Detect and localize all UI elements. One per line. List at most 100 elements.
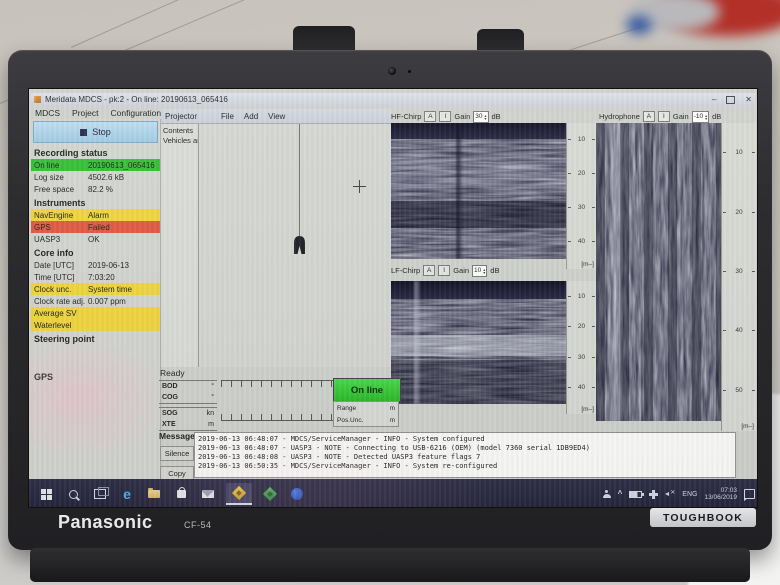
lf-event-streak <box>414 281 419 404</box>
action-center-icon[interactable] <box>744 489 755 499</box>
tray-expand-chevron[interactable]: ^ <box>618 490 623 498</box>
app-icon <box>34 96 41 103</box>
depth-tick: 40 <box>567 384 596 391</box>
tray-time: 07:03 <box>721 487 737 494</box>
status-panel: Stop Recording status On line 20190613_0… <box>31 119 161 479</box>
close-button[interactable]: ✕ <box>745 95 752 104</box>
lf-invert-button[interactable]: I <box>438 265 450 276</box>
md-diamond-icon <box>263 487 277 501</box>
md-app-button-blue[interactable] <box>288 483 306 505</box>
projector-menu-view[interactable]: View <box>268 112 285 121</box>
row-label: On line <box>31 161 88 170</box>
hf-invert-button[interactable]: I <box>439 111 451 122</box>
tick-dash <box>752 212 755 213</box>
laptop-model: CF-54 <box>184 520 212 530</box>
menu-mdcs[interactable]: MDCS <box>35 108 60 118</box>
start-button[interactable] <box>37 483 55 505</box>
lf-auto-button[interactable]: A <box>423 265 435 276</box>
battery-icon[interactable] <box>629 491 642 498</box>
menu-configuration[interactable]: Configuration <box>111 108 162 118</box>
file-explorer-button[interactable] <box>145 483 163 505</box>
depth-axis-unit: [m–] <box>581 406 594 413</box>
map-canvas[interactable] <box>199 124 391 367</box>
depth-tick: 20 <box>722 209 756 216</box>
hf-chirp-display <box>391 123 566 259</box>
minimize-button[interactable]: – <box>712 95 716 104</box>
hf-auto-button[interactable]: A <box>424 111 436 122</box>
volume-muted-icon[interactable] <box>665 490 675 498</box>
tick-label: 10 <box>578 293 585 300</box>
hydro-gain-label: Gain <box>673 112 689 121</box>
maximize-button[interactable] <box>726 96 735 104</box>
store-button[interactable] <box>172 483 190 505</box>
copy-button[interactable]: Copy <box>160 466 194 480</box>
range-field-label: Pos.Unc. <box>337 417 363 424</box>
depth-tick: 30 <box>722 268 756 275</box>
log-line: 2019-06-13 06:48:07 - UASP3 - NOTE - Con… <box>198 444 735 453</box>
row-value: 20190613_065416 <box>88 161 160 170</box>
status-row: Clock rate adj. 0.007 ppm <box>31 295 160 307</box>
hydro-auto-button[interactable]: A <box>643 111 655 122</box>
people-icon[interactable] <box>603 490 611 498</box>
search-button[interactable] <box>64 483 82 505</box>
row-label: Date [UTC] <box>31 261 88 270</box>
task-view-icon <box>94 489 106 499</box>
online-indicator-button[interactable]: On line <box>333 378 401 402</box>
depth-tick: 30 <box>567 204 596 211</box>
projector-title[interactable]: Projector <box>165 112 197 121</box>
row-label: Average SV <box>31 309 88 318</box>
projector-menu-file[interactable]: File <box>221 112 234 121</box>
stop-button[interactable]: Stop <box>33 121 158 143</box>
messages-log[interactable]: 2019-06-13 06:48:07 - MDCS/ServiceManage… <box>194 432 736 478</box>
hydro-gain-spinner[interactable]: -10▴▾ <box>692 111 709 123</box>
edge-button[interactable]: e <box>118 483 136 505</box>
mdcs-app-button-active[interactable] <box>226 483 252 505</box>
status-row: Free space 82.2 % <box>31 183 160 195</box>
depth-tick: 10 <box>567 136 596 143</box>
projector-tree: Contents Vehicles an→ <box>161 124 199 367</box>
row-value: 7:03:20 <box>88 273 160 282</box>
silence-button[interactable]: Silence <box>160 446 194 461</box>
tick-dash <box>592 139 595 140</box>
lf-gain-spinner[interactable]: 10▴▾ <box>472 265 487 277</box>
tick-dash <box>723 271 726 272</box>
hf-gain-label: Gain <box>454 112 470 121</box>
nav-fields-bod-cog: BOD ° COG ° <box>159 380 217 404</box>
md-app-button-green[interactable] <box>261 483 279 505</box>
tick-dash <box>723 152 726 153</box>
tick-dash <box>752 330 755 331</box>
lf-chirp-header: LF-Chirp A I Gain 10▴▾ dB <box>391 263 569 278</box>
section-header: Recording status <box>31 145 160 159</box>
language-indicator[interactable]: ENG <box>682 491 697 498</box>
projector-menu-add[interactable]: Add <box>244 112 258 121</box>
hf-depth-scale: 10 20 30 40 [m–] <box>566 123 596 269</box>
status-row: NavEngine Alarm <box>31 209 160 221</box>
tick-dash <box>568 326 571 327</box>
tree-item-contents[interactable]: Contents <box>163 126 198 136</box>
laptop-base <box>30 548 750 582</box>
section-gps: GPS <box>31 369 160 383</box>
hydro-invert-button[interactable]: I <box>658 111 670 122</box>
depth-tick: 50 <box>722 387 756 394</box>
mail-icon <box>202 490 214 498</box>
clock[interactable]: 07:03 13/06/2019 <box>704 487 737 502</box>
hydrophone-header: Hydrophone A I Gain -10▴▾ dB <box>599 109 757 124</box>
tree-item-vehicles[interactable]: Vehicles an→ <box>163 136 198 146</box>
status-row: Log size 4502.6 kB <box>31 171 160 183</box>
hf-chirp-label: HF-Chirp <box>391 112 421 121</box>
window-titlebar[interactable]: Meridata MDCS - pk:2 - On line: 20190613… <box>31 93 755 106</box>
distance-ruler <box>221 380 333 432</box>
range-fields: Range m Pos.Unc. m <box>333 401 399 427</box>
mail-button[interactable] <box>199 483 217 505</box>
row-value: 4502.6 kB <box>88 173 160 182</box>
tick-label: 20 <box>578 323 585 330</box>
touch-pad-icon[interactable] <box>649 490 658 499</box>
lf-chirp-display <box>391 281 566 404</box>
nav-fields-sog-xte: SOG kn XTE m <box>159 407 217 431</box>
log-line: 2019-06-13 06:50:35 - MDCS/ServiceManage… <box>198 462 735 471</box>
task-view-button[interactable] <box>91 483 109 505</box>
hf-gain-spinner[interactable]: 30▴▾ <box>473 111 488 123</box>
menu-project[interactable]: Project <box>72 108 98 118</box>
md-circle-icon <box>291 488 303 500</box>
section-header: GPS <box>31 369 160 383</box>
